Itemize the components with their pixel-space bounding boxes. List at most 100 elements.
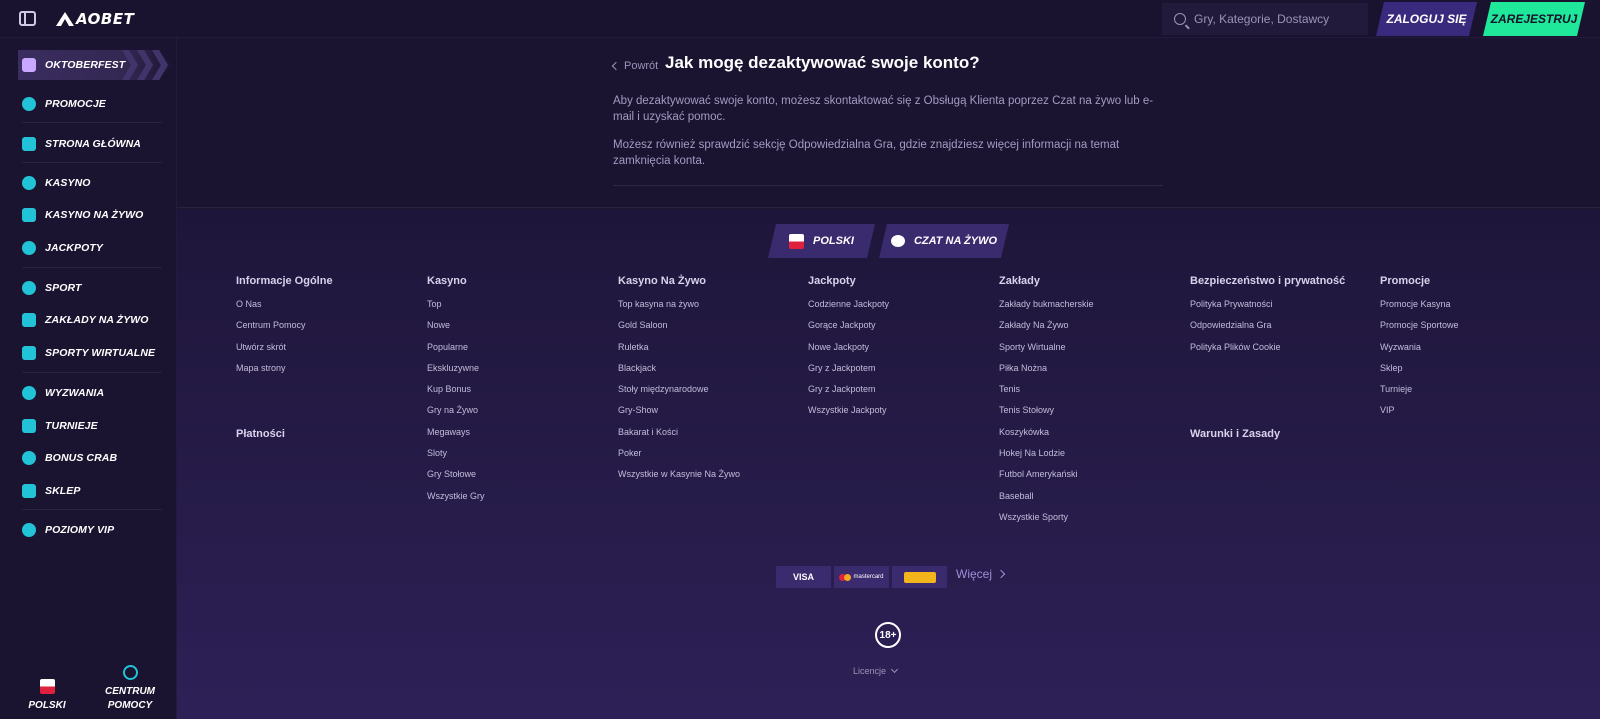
sidebar-language-label: POLSKI	[28, 700, 66, 711]
footer-link[interactable]: Poker	[618, 448, 740, 469]
footer-link[interactable]: Gold Saloon	[618, 320, 740, 341]
logo-text: AOBET	[76, 10, 135, 28]
sidebar-divider	[22, 267, 162, 268]
footer-link[interactable]: Popularne	[427, 342, 485, 363]
sidebar-item-kasyno[interactable]: KASYNO	[22, 173, 91, 193]
sidebar-help-button[interactable]: CENTRUM POMOCY	[95, 665, 165, 713]
challenge-icon	[22, 386, 36, 400]
footer-column-head: Promocje	[1380, 275, 1431, 287]
footer-link[interactable]: Polityka Plików Cookie	[1190, 342, 1345, 363]
sidebar-item-home[interactable]: STRONA GŁÓWNA	[22, 134, 141, 154]
footer-link[interactable]: Mapa strony	[236, 363, 333, 384]
sidebar-item-label: JACKPOTY	[45, 242, 103, 254]
virtual-sport-icon	[22, 346, 36, 360]
license-dropdown[interactable]: Licencje	[853, 665, 899, 676]
footer-link[interactable]: VIP	[1380, 405, 1459, 426]
footer-link[interactable]: Top kasyna na żywo	[618, 299, 740, 320]
sidebar-item-bonus-crab[interactable]: BONUS CRAB	[22, 448, 117, 468]
footer-link[interactable]: Ekskluzywne	[427, 363, 485, 384]
footer-link[interactable]: Wszystkie Gry	[427, 491, 485, 512]
footer-link[interactable]: Codzienne Jackpoty	[808, 299, 889, 320]
register-button[interactable]: ZAREJESTRUJ	[1483, 2, 1585, 36]
sidebar-item-sport[interactable]: SPORT	[22, 278, 81, 298]
footer-link[interactable]: Sloty	[427, 448, 485, 469]
footer-link[interactable]: Tenis	[999, 384, 1094, 405]
sidebar-item-label: SPORT	[45, 282, 82, 294]
payment-logo-icon	[903, 571, 936, 583]
footer-link[interactable]: Gry Stołowe	[427, 469, 485, 490]
sidebar-item-oktoberfest[interactable]: OKTOBERFEST	[22, 55, 125, 75]
sidebar-item-wyzwania[interactable]: WYZWANIA	[22, 383, 104, 403]
footer-link[interactable]: Wszystkie w Kasynie Na Żywo	[618, 469, 740, 490]
footer-link[interactable]: Promocje Kasyna	[1380, 299, 1459, 320]
sidebar-item-poziomy-vip[interactable]: POZIOMY VIP	[22, 520, 114, 540]
sidebar-divider	[22, 162, 162, 163]
footer-link[interactable]: Sklep	[1380, 363, 1459, 384]
footer-link[interactable]: Gorące Jackpoty	[808, 320, 889, 341]
footer-link[interactable]: Bakarat i Kości	[618, 427, 740, 448]
article-title: Jak mogę dezaktywować swoje konto?	[665, 53, 980, 72]
footer-link[interactable]: Gry-Show	[618, 405, 740, 426]
sidebar-item-kasyno-na-zywo[interactable]: KASYNO NA ŻYWO	[22, 205, 143, 225]
footer-link[interactable]: Wyzwania	[1380, 342, 1459, 363]
sidebar-help-label-2: POMOCY	[107, 700, 153, 711]
footer-link[interactable]: Blackjack	[618, 363, 740, 384]
footer-link[interactable]: Koszykówka	[999, 427, 1094, 448]
footer-link[interactable]: Nowe Jackpoty	[808, 342, 889, 363]
logo-mark-icon	[56, 12, 74, 26]
footer-link[interactable]: Turnieje	[1380, 384, 1459, 405]
footer-link[interactable]: Zakłady bukmacherskie	[999, 299, 1094, 320]
footer-link[interactable]: Wszystkie Sporty	[999, 512, 1094, 533]
footer-payments-head[interactable]: Płatności	[236, 428, 285, 440]
footer-language-button[interactable]: POLSKI	[768, 224, 875, 258]
sidebar-item-turnieje[interactable]: TURNIEJE	[22, 416, 98, 436]
diamond-icon	[22, 523, 36, 537]
footer-link[interactable]: Gry z Jackpotem	[808, 384, 889, 405]
payments-more-link[interactable]: Więcej	[956, 567, 1006, 581]
search-input[interactable]	[1194, 12, 1344, 26]
footer-link[interactable]: Megaways	[427, 427, 485, 448]
poland-flag-icon	[39, 679, 55, 694]
footer-link[interactable]: Promocje Sportowe	[1380, 320, 1459, 341]
footer-link[interactable]: Futbol Amerykański	[999, 469, 1094, 490]
footer-link[interactable]: Polityka Prywatności	[1190, 299, 1345, 320]
footer-link[interactable]: Zakłady Na Żywo	[999, 320, 1094, 341]
footer-link[interactable]: Nowe	[427, 320, 485, 341]
footer-link[interactable]: Gry na Żywo	[427, 405, 485, 426]
footer-link[interactable]: Utwórz skrót	[236, 342, 333, 363]
promo-icon	[22, 97, 36, 111]
sidebar-toggle-icon[interactable]	[19, 11, 36, 26]
footer-terms-head[interactable]: Warunki i Zasady	[1190, 428, 1280, 440]
footer-link[interactable]: Tenis Stołowy	[999, 405, 1094, 426]
footer-link[interactable]: Kup Bonus	[427, 384, 485, 405]
footer-link[interactable]: Piłka Nożna	[999, 363, 1094, 384]
footer-link[interactable]: Sporty Wirtualne	[999, 342, 1094, 363]
footer-link[interactable]: Odpowiedzialna Gra	[1190, 320, 1345, 341]
footer-link[interactable]: O Nas	[236, 299, 333, 320]
footer-link[interactable]: Top	[427, 299, 485, 320]
payment-mastercard: mastercard	[834, 566, 889, 588]
logo[interactable]: AOBET	[56, 9, 134, 29]
footer-column-head: Zakłady	[999, 275, 1040, 287]
search-box[interactable]	[1162, 3, 1368, 35]
live-chat-button[interactable]: CZAT NA ŻYWO	[879, 224, 1009, 258]
sidebar-item-jackpoty[interactable]: JACKPOTY	[22, 238, 103, 258]
footer-link[interactable]: Baseball	[999, 491, 1094, 512]
chevron-down-icon	[890, 665, 899, 674]
sidebar-item-sklep[interactable]: SKLEP	[22, 481, 81, 501]
sidebar-item-promocje[interactable]: PROMOCJE	[22, 94, 106, 114]
age-restriction-badge: 18+	[875, 622, 901, 648]
footer-link[interactable]: Stoły międzynarodowe	[618, 384, 740, 405]
footer-link[interactable]: Hokej Na Lodzie	[999, 448, 1094, 469]
login-button[interactable]: ZALOGUJ SIĘ	[1376, 2, 1477, 36]
sidebar-item-zaklady-na-zywo[interactable]: ZAKŁADY NA ŻYWO	[22, 310, 149, 330]
footer-link[interactable]: Ruletka	[618, 342, 740, 363]
sidebar-item-label: WYZWANIA	[45, 387, 105, 399]
sidebar-language-button[interactable]: POLSKI	[22, 679, 72, 713]
sidebar-item-sporty-wirtualne[interactable]: SPORTY WIRTUALNE	[22, 343, 155, 363]
footer-link[interactable]: Wszystkie Jackpoty	[808, 405, 889, 426]
footer-link[interactable]: Centrum Pomocy	[236, 320, 333, 341]
footer-link[interactable]: Gry z Jackpotem	[808, 363, 889, 384]
payment-other	[892, 566, 947, 588]
back-link[interactable]: Powrót	[611, 60, 658, 72]
